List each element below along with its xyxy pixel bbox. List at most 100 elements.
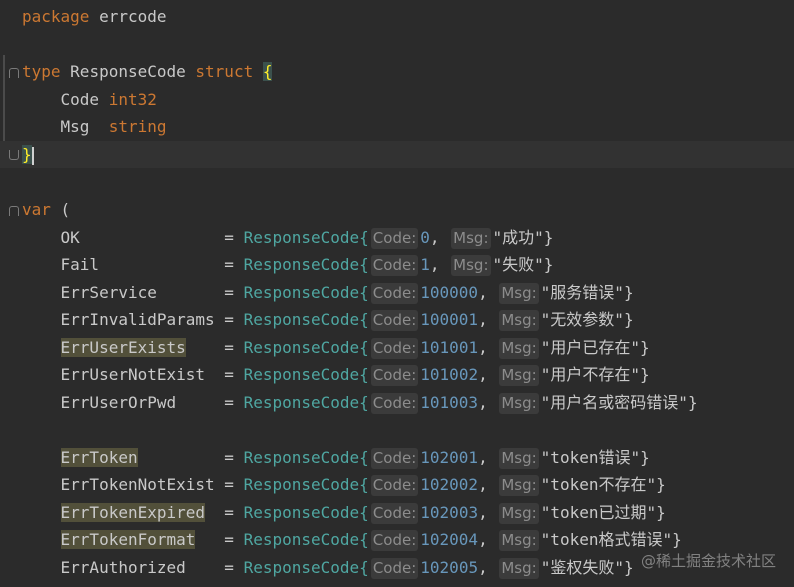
msg-param-hint: Msg: xyxy=(499,310,539,331)
entry-pad xyxy=(99,255,215,274)
entry-name: ErrUserNotExist xyxy=(60,365,206,384)
code-param-hint: Code: xyxy=(370,283,419,304)
entry-msg-value: "成功" xyxy=(492,228,544,247)
entry-msg-value: "用户已存在" xyxy=(540,338,640,357)
entry-code-value: 0 xyxy=(420,228,430,247)
code-line-entry[interactable]: ErrUserExists = ResponseCode{Code: 101001… xyxy=(0,334,794,361)
open-paren: ( xyxy=(60,200,71,219)
code-param-hint: Code: xyxy=(370,475,419,496)
entry-pad xyxy=(186,558,215,577)
code-line-entry[interactable]: ErrTokenExpired = ResponseCode{Code: 1020… xyxy=(0,499,794,526)
msg-param-hint: Msg: xyxy=(499,365,539,386)
watermark: @稀土掘金技术社区 xyxy=(640,552,776,570)
package-name: errcode xyxy=(99,7,167,26)
entry-struct: ResponseCode{ xyxy=(243,448,369,467)
entry-name: ErrInvalidParams xyxy=(60,310,215,329)
entry-name: ErrTokenExpired xyxy=(60,503,206,522)
code-line-entry[interactable]: ErrInvalidParams = ResponseCode{Code: 100… xyxy=(0,306,794,333)
code-line-entry[interactable]: ErrUserOrPwd = ResponseCode{Code: 101003,… xyxy=(0,389,794,416)
entry-struct: ResponseCode{ xyxy=(243,558,369,577)
entry-code-value: 102001 xyxy=(420,448,479,467)
entry-close-brace: } xyxy=(543,255,554,274)
msg-param-hint: Msg: xyxy=(451,228,491,249)
keyword-package: package xyxy=(22,7,90,26)
type-name: ResponseCode xyxy=(70,62,186,81)
open-brace: { xyxy=(262,62,273,81)
entry-code-value: 102003 xyxy=(420,503,479,522)
code-param-hint: Code: xyxy=(370,558,419,579)
entry-msg-value: "用户名或密码错误" xyxy=(540,393,688,412)
entry-msg-value: "鉴权失败" xyxy=(540,558,624,577)
entry-close-brace: } xyxy=(656,475,666,494)
entry-struct: ResponseCode{ xyxy=(243,503,369,522)
code-line-entry[interactable]: Fail = ResponseCode{Code: 1, Msg: "失败"} xyxy=(0,251,794,278)
code-line-entry[interactable]: ErrUserNotExist = ResponseCode{Code: 1010… xyxy=(0,361,794,388)
entry-code-value: 102004 xyxy=(420,530,479,549)
fold-toggle-icon[interactable] xyxy=(9,68,19,78)
entry-name: ErrUserOrPwd xyxy=(60,393,177,412)
entry-code-value: 1 xyxy=(420,255,430,274)
fold-toggle-var-icon[interactable] xyxy=(9,206,19,216)
entry-name: Fail xyxy=(60,255,100,274)
entry-pad xyxy=(195,530,214,549)
entry-msg-value: "token不存在" xyxy=(540,475,657,494)
code-line-var[interactable]: var ( xyxy=(0,196,794,223)
entry-msg-value: "无效参数" xyxy=(540,310,624,329)
entry-msg-value: "token格式错误" xyxy=(540,530,673,549)
entry-pad xyxy=(138,448,215,467)
code-param-hint: Code: xyxy=(370,393,419,414)
entry-close-brace: } xyxy=(623,310,634,329)
code-param-hint: Code: xyxy=(370,228,419,249)
code-param-hint: Code: xyxy=(370,530,419,551)
entry-struct: ResponseCode{ xyxy=(243,475,369,494)
code-line-entry[interactable]: ErrTokenNotExist = ResponseCode{Code: 102… xyxy=(0,471,794,498)
code-param-hint: Code: xyxy=(370,448,419,469)
close-brace: } xyxy=(22,145,32,164)
entry-close-brace: } xyxy=(543,228,554,247)
entry-pad xyxy=(157,283,215,302)
entry-struct: ResponseCode{ xyxy=(243,393,369,412)
code-line-field-msg[interactable]: Msg string xyxy=(0,113,794,140)
code-line-close-brace[interactable]: } xyxy=(0,141,794,168)
entry-name: ErrTokenFormat xyxy=(60,530,196,549)
code-param-hint: Code: xyxy=(370,503,419,524)
fold-end-icon[interactable] xyxy=(9,150,19,160)
code-line-field-code[interactable]: Code int32 xyxy=(0,86,794,113)
msg-param-hint: Msg: xyxy=(499,475,539,496)
entry-close-brace: } xyxy=(623,283,634,302)
code-line-entry[interactable]: ErrTokenFormat = ResponseCode{Code: 10200… xyxy=(0,526,794,553)
entry-code-value: 101003 xyxy=(420,393,479,412)
entry-pad xyxy=(205,503,215,522)
code-line-type[interactable]: type ResponseCode struct { xyxy=(0,58,794,85)
code-param-hint: Code: xyxy=(370,255,419,276)
keyword-struct: struct xyxy=(195,62,254,81)
code-line-entry[interactable]: OK = ResponseCode{Code: 0, Msg: "成功"} xyxy=(0,224,794,251)
code-param-hint: Code: xyxy=(370,310,419,331)
code-line-package[interactable]: package errcode xyxy=(0,3,794,30)
entry-struct: ResponseCode{ xyxy=(243,365,369,384)
field-name-msg: Msg xyxy=(60,117,90,136)
entry-struct: ResponseCode{ xyxy=(243,338,369,357)
entry-pad xyxy=(186,338,215,357)
entry-pad xyxy=(176,393,215,412)
field-name-code: Code xyxy=(60,90,100,109)
msg-param-hint: Msg: xyxy=(451,255,491,276)
msg-param-hint: Msg: xyxy=(499,558,539,579)
keyword-type: type xyxy=(22,62,61,81)
field-type-int32: int32 xyxy=(108,90,157,109)
entry-msg-value: "用户不存在" xyxy=(540,365,640,384)
code-param-hint: Code: xyxy=(370,365,419,386)
entry-code-value: 100000 xyxy=(420,283,479,302)
entry-struct: ResponseCode{ xyxy=(243,530,369,549)
code-param-hint: Code: xyxy=(370,338,419,359)
entry-msg-value: "服务错误" xyxy=(540,283,624,302)
entry-close-brace: } xyxy=(672,530,682,549)
entry-name: ErrAuthorized xyxy=(60,558,186,577)
code-line-entry[interactable]: ErrService = ResponseCode{Code: 100000, M… xyxy=(0,279,794,306)
code-line-entry[interactable]: ErrToken = ResponseCode{Code: 102001, Msg… xyxy=(0,444,794,471)
entry-name: ErrService xyxy=(60,283,157,302)
entry-name: OK xyxy=(60,228,80,247)
entry-code-value: 102005 xyxy=(420,558,479,577)
entry-name: ErrToken xyxy=(60,448,138,467)
entry-code-value: 101001 xyxy=(420,338,479,357)
